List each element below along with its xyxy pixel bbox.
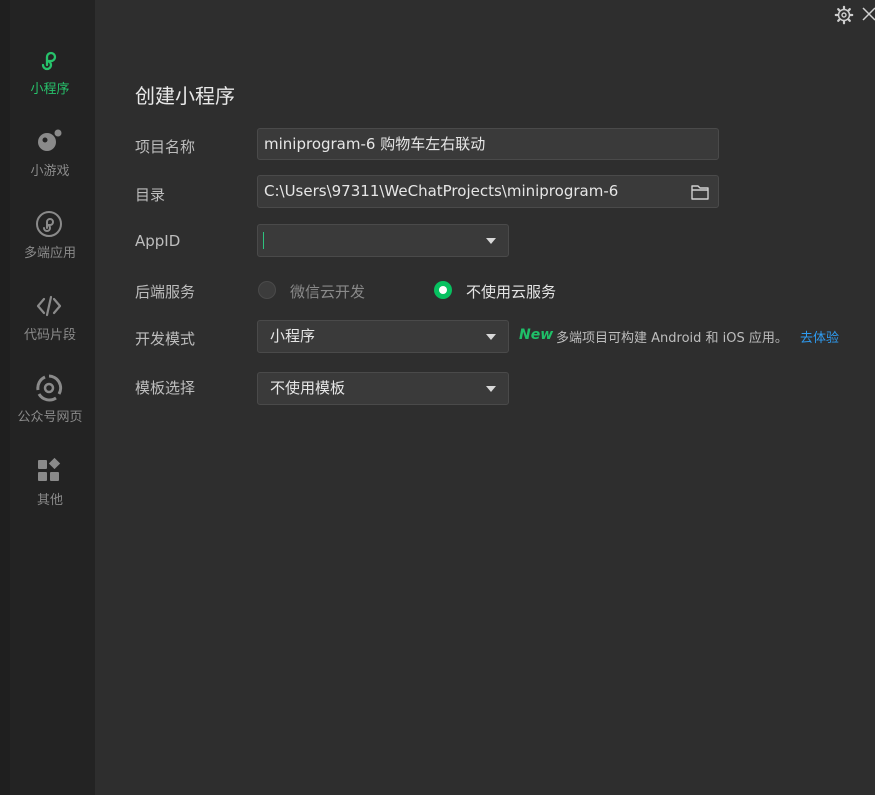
sidebar-item-label: 其他 (36, 493, 63, 508)
minigame-icon (38, 129, 62, 151)
sidebar-item-other[interactable]: 其他 (0, 456, 95, 526)
dev-mode-label: 开发模式 (135, 330, 196, 348)
directory-input[interactable]: C:\Users\97311\WeChatProjects\miniprogra… (257, 175, 719, 208)
sidebar-item-minigame[interactable]: 小游戏 (0, 127, 95, 197)
dev-mode-select[interactable]: 小程序 (257, 320, 509, 353)
chevron-down-icon (486, 386, 496, 392)
directory-value: C:\Users\97311\WeChatProjects\miniprogra… (264, 182, 619, 200)
project-name-value: miniprogram-6 购物车左右联动 (264, 135, 486, 153)
radio-wechat-cloud[interactable] (258, 281, 276, 299)
chevron-down-icon (486, 238, 496, 244)
multiplatform-icon (36, 211, 62, 237)
radio-no-cloud-label[interactable]: 不使用云服务 (466, 281, 556, 302)
template-label: 模板选择 (135, 379, 196, 397)
miniprogram-icon (41, 51, 57, 71)
dev-mode-value: 小程序 (270, 327, 316, 345)
try-it-link[interactable]: 去体验 (800, 327, 839, 346)
apps-icon (38, 457, 61, 481)
new-badge: New (519, 327, 554, 343)
sidebar-item-miniprogram[interactable]: 小程序 (0, 45, 95, 115)
sidebar-item-label: 多端应用 (23, 246, 76, 261)
template-select[interactable]: 不使用模板 (257, 372, 509, 405)
code-icon (36, 295, 62, 317)
project-name-input[interactable]: miniprogram-6 购物车左右联动 (257, 128, 719, 160)
chevron-down-icon (486, 334, 496, 340)
project-name-label: 项目名称 (135, 138, 196, 156)
sidebar-item-label: 小程序 (30, 82, 70, 97)
folder-icon[interactable] (690, 183, 710, 201)
backend-label: 后端服务 (135, 283, 196, 301)
radio-wechat-cloud-label[interactable]: 微信云开发 (290, 281, 365, 302)
text-cursor (263, 232, 264, 249)
radio-no-cloud[interactable] (434, 281, 452, 299)
create-project-window: 小程序 小游戏 多端应用 代码片段 公众号网页 其他 创建小程序 项目名称 mi… (0, 0, 875, 795)
page-title: 创建小程序 (135, 84, 235, 108)
template-value: 不使用模板 (270, 379, 346, 397)
gear-icon[interactable] (834, 5, 854, 25)
sidebar-item-code-snippet[interactable]: 代码片段 (0, 291, 95, 361)
directory-label: 目录 (135, 186, 166, 204)
sidebar: 小程序 小游戏 多端应用 代码片段 公众号网页 其他 (0, 0, 95, 795)
sidebar-item-label: 公众号网页 (17, 410, 83, 425)
sidebar-item-multiplatform[interactable]: 多端应用 (0, 209, 95, 279)
appid-select[interactable] (257, 224, 509, 257)
multiplatform-hint: 多端项目可构建 Android 和 iOS 应用。 (556, 331, 788, 346)
close-icon[interactable] (860, 5, 875, 25)
appid-label: AppID (135, 232, 181, 250)
sidebar-item-label: 小游戏 (30, 164, 70, 179)
sidebar-item-label: 代码片段 (23, 328, 76, 343)
official-account-icon (36, 374, 63, 402)
sidebar-item-official-account[interactable]: 公众号网页 (0, 373, 95, 443)
